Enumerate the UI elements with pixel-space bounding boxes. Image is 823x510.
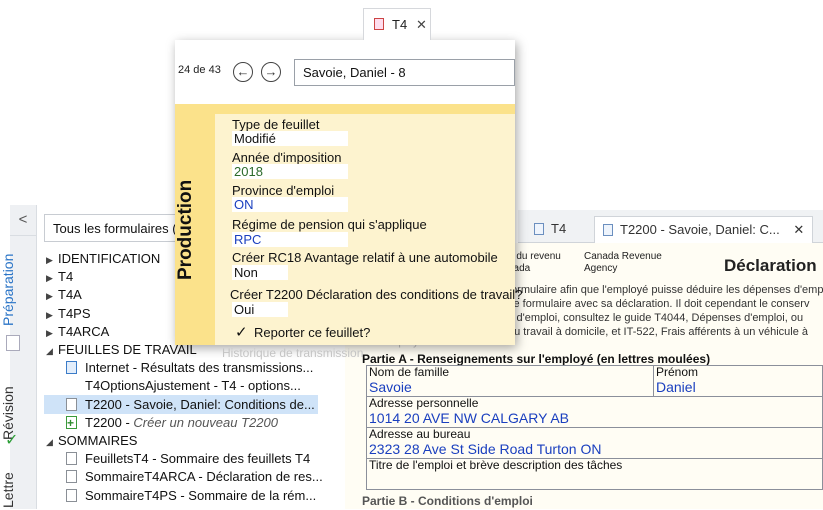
tree-group[interactable]: ◢ SOMMAIRES xyxy=(46,431,137,450)
checkmark-icon: ✓ xyxy=(5,432,19,449)
document-tab-bar: T4 T2200 - Savoie, Daniel: C... ✕ xyxy=(518,210,823,243)
part-b-heading: Partie B - Conditions d'emploi xyxy=(362,494,533,508)
tree-label: IDENTIFICATION xyxy=(58,251,161,266)
rc18-label: Créer RC18 Avantage relatif à une automo… xyxy=(232,250,498,265)
form-title: Déclaration xyxy=(724,256,817,275)
adresse-bureau-field[interactable]: Adresse au bureau 2323 28 Ave St Side Ro… xyxy=(366,427,823,459)
intro-line-4: au travail à domicile, et IT-522, Frais … xyxy=(508,326,809,338)
new-document-icon xyxy=(66,414,77,433)
tree-label: T4A xyxy=(58,287,82,303)
tree-item[interactable]: T4OptionsAjustement - T4 - options... xyxy=(44,376,301,395)
adresse-personnelle-field[interactable]: Adresse personnelle 1014 20 AVE NW CALGA… xyxy=(366,396,823,428)
agency-name-fr: e du revenu nada xyxy=(508,251,561,274)
client-select[interactable]: Savoie, Daniel - 8 xyxy=(294,59,515,86)
province-emploi-value[interactable]: ON xyxy=(232,197,348,212)
tree-label-hint: Créer un nouveau T2200 xyxy=(133,414,278,430)
annee-imposition-value[interactable]: 2018 xyxy=(232,164,348,179)
province-emploi-label: Province d'emploi xyxy=(232,183,335,198)
tree-item[interactable]: SommaireT4PS - Sommaire de la rém... xyxy=(44,486,316,505)
document-icon xyxy=(66,361,77,375)
tree-group[interactable]: ▶ T4PS xyxy=(46,304,91,323)
type-feuillet-label: Type de feuillet xyxy=(232,117,320,132)
record-counter: 24 de 43 xyxy=(178,64,221,76)
close-icon[interactable]: ✕ xyxy=(416,9,427,41)
regime-pension-label: Régime de pension qui s'applique xyxy=(232,217,427,232)
t2200-label: Créer T2200 Déclaration des conditions d… xyxy=(230,287,523,302)
collapse-panel-button[interactable]: < xyxy=(10,205,36,236)
next-record-button[interactable]: → xyxy=(261,62,281,82)
tree-label: T2200 - Savoie, Daniel: Conditions de... xyxy=(85,396,315,412)
part-a-heading: Partie A - Renseignements sur l'employé … xyxy=(362,352,711,366)
annee-imposition-label: Année d'imposition xyxy=(232,150,342,165)
reporter-checkbox[interactable]: ✓ xyxy=(235,323,248,341)
tree-item[interactable]: SommaireT4ARCA - Déclaration de res... xyxy=(44,467,323,486)
prenom-field[interactable]: Prénom Daniel xyxy=(653,365,823,397)
tree-item[interactable]: T2200 - Savoie, Daniel: Conditions de... xyxy=(44,394,318,414)
regime-pension-value[interactable]: RPC xyxy=(232,232,348,247)
preparation-icon xyxy=(6,335,20,351)
tab-lettre[interactable]: Lettre xyxy=(0,470,26,510)
faded-history-text: Historique de transmission xyxy=(222,346,364,360)
reporter-label: Reporter ce feuillet? xyxy=(254,325,371,340)
type-feuillet-value[interactable]: Modifié xyxy=(232,131,348,146)
tree-label: T4OptionsAjustement - T4 - options... xyxy=(85,378,301,394)
tree-group[interactable]: ▶ T4 xyxy=(46,267,73,286)
tree-label: SOMMAIRES xyxy=(58,433,138,448)
titre-emploi-field[interactable]: Titre de l'emploi et brève description d… xyxy=(366,458,823,490)
previous-record-button[interactable]: ← xyxy=(233,62,253,82)
close-icon[interactable]: ✕ xyxy=(793,222,804,237)
document-icon xyxy=(603,224,613,236)
tree-label: FeuilletsT4 - Sommaire des feuillets T4 xyxy=(85,451,311,467)
document-icon xyxy=(66,470,77,484)
document-icon xyxy=(66,397,77,411)
tree-group[interactable]: ▶ T4A xyxy=(46,285,82,304)
intro-line-1: formulaire afin que l'employé puisse déd… xyxy=(508,284,823,296)
tree-label: T4ARCA xyxy=(58,323,110,339)
tab-t4[interactable]: T4 xyxy=(534,216,566,242)
tree-item[interactable]: FeuilletsT4 - Sommaire des feuillets T4 xyxy=(44,449,310,468)
tab-t2200[interactable]: T2200 - Savoie, Daniel: C... ✕ xyxy=(594,216,814,243)
tree-item[interactable]: T2200 - Créer un nouveau T2200 xyxy=(44,413,278,433)
nom-de-famille-field[interactable]: Nom de famille Savoie xyxy=(366,365,654,397)
intro-line-2: ce formulaire avec sa déclaration. Il do… xyxy=(508,298,810,310)
tree-label: SommaireT4ARCA - Déclaration de res... xyxy=(85,469,323,485)
pdf-icon xyxy=(374,18,384,30)
tree-label: T2200 - xyxy=(85,414,134,430)
document-icon xyxy=(66,488,77,502)
document-icon xyxy=(534,223,544,235)
tree-item[interactable]: Internet - Résultats des transmissions..… xyxy=(44,358,313,377)
tree-label: T4PS xyxy=(58,305,91,321)
t2200-value[interactable]: Oui xyxy=(232,302,288,317)
header-band xyxy=(175,104,515,114)
tree-group[interactable]: ▶ T4ARCA xyxy=(46,322,109,341)
intro-line-3: s d'emploi, consultez le guide T4044, Dé… xyxy=(508,312,804,324)
popup-tab-t4[interactable]: T4 ✕ xyxy=(363,8,431,40)
section-bar: Production xyxy=(175,114,215,345)
tree-label: Internet - Résultats des transmissions..… xyxy=(85,360,314,376)
tree-group[interactable]: ▶ IDENTIFICATION xyxy=(46,249,160,268)
tree-label: SommaireT4PS - Sommaire de la rém... xyxy=(85,487,317,503)
agency-name-en: Canada Revenue Agency xyxy=(584,251,662,274)
tab-preparation[interactable]: Préparation xyxy=(0,245,26,335)
document-icon xyxy=(66,452,77,466)
section-label: Production xyxy=(175,179,196,280)
rc18-value[interactable]: Non xyxy=(232,265,288,280)
tree-label: T4 xyxy=(58,269,74,285)
